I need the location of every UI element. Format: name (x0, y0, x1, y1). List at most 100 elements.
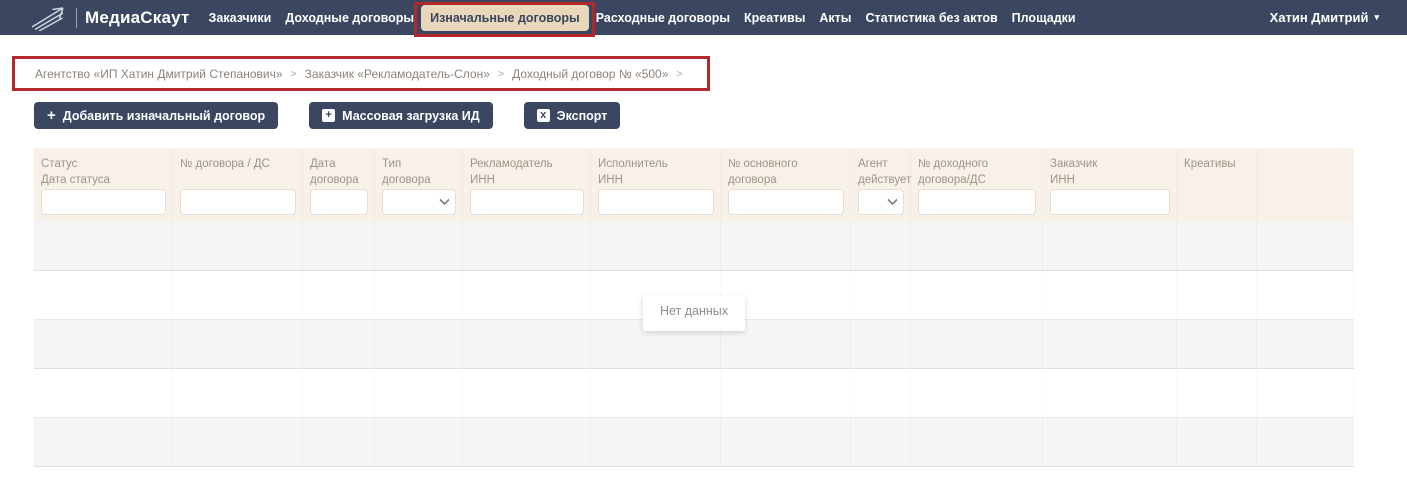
filter-contract-number-input[interactable] (180, 189, 296, 215)
column-label-creatives: Креативы (1184, 158, 1236, 170)
square-plus-icon: + (322, 109, 336, 122)
export-button[interactable]: x Экспорт (523, 102, 621, 129)
nav-item-income-contracts[interactable]: Доходные договоры (278, 11, 421, 25)
breadcrumb-link-2[interactable]: Доходный договор № «500» (512, 67, 668, 81)
breadcrumb-separator: > (497, 67, 505, 80)
nav-item-acts[interactable]: Акты (812, 11, 858, 25)
table-cell (851, 320, 911, 368)
table-body (34, 222, 1354, 467)
table-cell (851, 271, 911, 319)
table-cell (34, 271, 173, 319)
table-cell (1177, 369, 1257, 417)
table-row (34, 369, 1354, 418)
filter-advertiser-input[interactable] (470, 189, 584, 215)
table-cell (34, 320, 173, 368)
breadcrumb-separator: > (676, 67, 683, 80)
table-cell (34, 369, 173, 417)
column-label-agent-acting: Агент действует (858, 158, 912, 186)
filter-main-contract-number-input[interactable] (728, 189, 844, 215)
table-cell (911, 271, 1043, 319)
column-header-actions (1257, 148, 1354, 222)
column-header-contract-date: Дата договора (303, 148, 375, 222)
table-cell (173, 222, 303, 270)
bulk-upload-label: Массовая загрузка ИД (342, 108, 480, 123)
table-cell (463, 418, 591, 466)
table-header: Статус Дата статуса № договора / ДС Дата дог… (34, 148, 1354, 222)
table-row (34, 222, 1354, 271)
column-header-contract-number: № договора / ДС (173, 148, 303, 222)
table-cell (463, 271, 591, 319)
table-cell (721, 418, 851, 466)
filter-income-contract-number-input[interactable] (918, 189, 1036, 215)
column-label-actions (1264, 157, 1348, 189)
table-cell (1043, 369, 1177, 417)
table-cell (1177, 271, 1257, 319)
user-menu[interactable]: Хатин Дмитрий ▾ (1270, 0, 1379, 35)
top-navbar: МедиаСкаут Заказчики Доходные договоры Изн… (0, 0, 1407, 35)
table-cell (173, 418, 303, 466)
nav-item-creatives[interactable]: Креативы (737, 11, 812, 25)
table-cell (1257, 222, 1354, 270)
column-label-advertiser: Рекламодатель ИНН (470, 158, 553, 186)
table-cell (1043, 222, 1177, 270)
table-cell (1177, 320, 1257, 368)
nav-item-expense-contracts[interactable]: Расходные договоры (589, 11, 737, 25)
table-cell (721, 369, 851, 417)
filter-contract-type-select[interactable] (382, 189, 456, 215)
add-initial-contract-label: Добавить изначальный договор (62, 108, 266, 123)
column-header-contract-type: Тип договора (375, 148, 463, 222)
table-cell (34, 222, 173, 270)
initial-contracts-table: Статус Дата статуса № договора / ДС Дата дог… (34, 148, 1354, 467)
table-cell (911, 369, 1043, 417)
table-cell (303, 369, 375, 417)
nav-item-platforms[interactable]: Площадки (1005, 11, 1083, 25)
table-cell (1257, 271, 1354, 319)
column-header-income-contract-number: № доходного договора/ДС (911, 148, 1043, 222)
logo-text: МедиаСкаут (85, 7, 190, 27)
filter-contract-date-input[interactable] (310, 189, 368, 215)
table-cell (591, 369, 721, 417)
excel-file-icon: x (536, 109, 550, 122)
breadcrumb-link-0[interactable]: Агентство «ИП Хатин Дмитрий Степанович» (35, 67, 283, 81)
column-label-contract-type: Тип договора (382, 158, 431, 186)
breadcrumb-link-1[interactable]: Заказчик «Рекламодатель-Слон» (305, 67, 490, 81)
column-label-executor: Исполнитель ИНН (598, 158, 668, 186)
add-initial-contract-button[interactable]: + Добавить изначальный договор (34, 102, 279, 129)
column-header-creatives: Креативы (1177, 148, 1257, 222)
filter-status-input[interactable] (41, 189, 166, 215)
table-cell (591, 222, 721, 270)
logo[interactable]: МедиаСкаут (30, 5, 190, 31)
export-label: Экспорт (556, 108, 608, 123)
filter-agent-acting-select[interactable] (858, 189, 904, 215)
bulk-upload-button[interactable]: + Массовая загрузка ИД (309, 102, 493, 129)
table-cell (851, 222, 911, 270)
table-cell (911, 222, 1043, 270)
table-cell (173, 320, 303, 368)
table-cell (911, 320, 1043, 368)
plus-icon: + (47, 107, 56, 124)
main-nav: Заказчики Доходные договоры Изначальные до… (202, 0, 1083, 35)
toolbar: + Добавить изначальный договор + Массова… (34, 102, 651, 129)
table-cell (1043, 320, 1177, 368)
table-cell (851, 369, 911, 417)
column-label-income-contract-number: № доходного договора/ДС (918, 158, 989, 186)
table-cell (173, 271, 303, 319)
filter-executor-input[interactable] (598, 189, 714, 215)
breadcrumb: Агентство «ИП Хатин Дмитрий Степанович» >… (12, 56, 710, 91)
table-cell (303, 271, 375, 319)
nav-item-customers[interactable]: Заказчики (202, 11, 279, 25)
column-header-customer: Заказчик ИНН (1043, 148, 1177, 222)
table-cell (463, 320, 591, 368)
nav-item-statistics-without-acts[interactable]: Статистика без актов (858, 11, 1004, 25)
filter-customer-input[interactable] (1050, 189, 1170, 215)
empty-state-message: Нет данных (642, 295, 746, 331)
table-cell (375, 222, 463, 270)
nav-item-initial-contracts[interactable]: Изначальные договоры (421, 4, 589, 31)
column-label-contract-date: Дата договора (310, 158, 359, 186)
column-header-executor: Исполнитель ИНН (591, 148, 721, 222)
table-row (34, 418, 1354, 467)
breadcrumb-separator: > (290, 67, 297, 80)
table-cell (375, 369, 463, 417)
column-label-customer: Заказчик ИНН (1050, 158, 1098, 186)
table-cell (375, 320, 463, 368)
